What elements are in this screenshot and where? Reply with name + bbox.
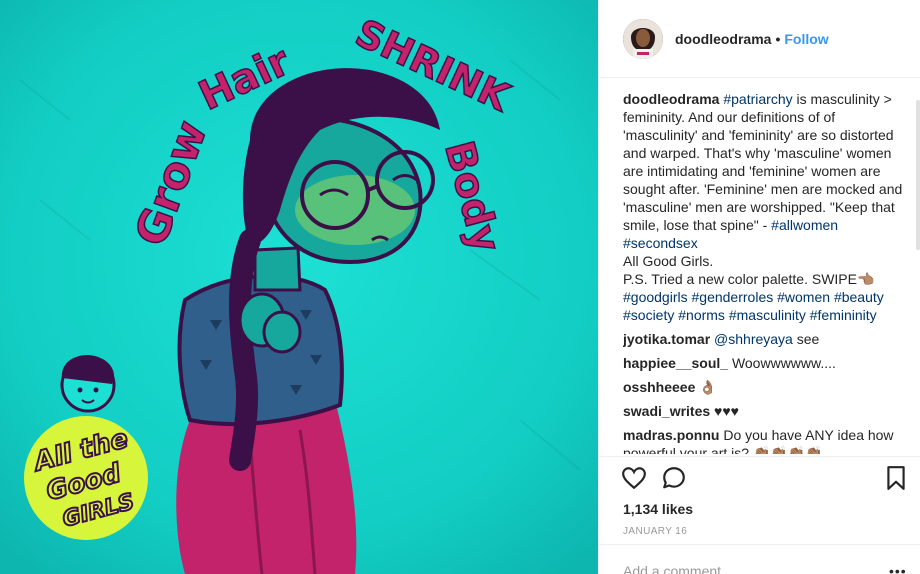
like-count[interactable]: 1,134 likes <box>623 501 693 517</box>
comments-list[interactable]: doodleodrama #patriarchy is masculinity … <box>623 90 903 454</box>
avatar[interactable] <box>623 18 663 59</box>
post-details-panel: doodleodrama • Follow doodleodrama #patr… <box>598 0 920 574</box>
add-comment-bar: ••• <box>599 544 920 574</box>
comment-item: swadi_writes ♥♥♥ <box>623 402 903 420</box>
hashtag-link[interactable]: #genderroles <box>692 289 774 305</box>
comment-text: 👌🏽 <box>699 379 717 395</box>
hashtag-link[interactable]: #secondsex <box>623 235 698 251</box>
caption-segment <box>838 217 842 233</box>
comment-text: ♥♥♥ <box>714 403 739 419</box>
comment-items: jyotika.tomar @shhreyaya see happiee__sou… <box>623 330 903 454</box>
bookmark-icon[interactable] <box>885 465 907 494</box>
follow-button[interactable]: Follow <box>784 31 828 47</box>
post-image[interactable]: Grow Hair SHRINK Body All the Good GIRLS <box>0 0 598 574</box>
hashtag-link[interactable]: #goodgirls <box>623 289 688 305</box>
comment-username[interactable]: swadi_writes <box>623 403 710 419</box>
comments-scrollbar[interactable] <box>916 100 920 250</box>
comment-item: jyotika.tomar @shhreyaya see <box>623 330 903 348</box>
doodleodrama-logo <box>60 354 116 413</box>
hashtag-link[interactable]: #masculinity <box>729 307 806 323</box>
comment-username[interactable]: jyotika.tomar <box>623 331 710 347</box>
post-username[interactable]: doodleodrama <box>675 31 771 47</box>
comment-username[interactable]: osshheeee <box>623 379 695 395</box>
caption-segment: All Good Girls. P.S. Tried a new color p… <box>623 253 875 287</box>
hashtag-link[interactable]: #beauty <box>834 289 884 305</box>
post-header: doodleodrama • Follow <box>599 0 920 78</box>
hashtag-link[interactable]: #women <box>777 289 830 305</box>
all-the-good-girls-badge: All the Good GIRLS <box>24 416 148 540</box>
hashtag-link[interactable]: #society <box>623 307 674 323</box>
comment-item: happiee__soul_ Woowwwwww.... <box>623 354 903 372</box>
heart-icon[interactable] <box>621 465 647 494</box>
hashtag-link[interactable]: #femininity <box>810 307 877 323</box>
comment-text: see <box>792 331 820 347</box>
more-options-icon[interactable]: ••• <box>889 563 907 574</box>
avatar-image <box>623 18 663 59</box>
action-icons <box>621 465 913 505</box>
post-caption: doodleodrama #patriarchy is masculinity … <box>623 90 903 324</box>
caption-username[interactable]: doodleodrama <box>623 91 719 107</box>
comment-item: osshheeee 👌🏽 <box>623 378 903 396</box>
comment-mention[interactable]: @shhreyaya <box>714 331 793 347</box>
post-date[interactable]: January 16 <box>623 526 687 537</box>
hashtag-link[interactable]: #norms <box>678 307 725 323</box>
illustration: Grow Hair SHRINK Body All the Good GIRLS <box>0 0 598 574</box>
comment-text: Woowwwwww.... <box>731 355 836 371</box>
comment-username[interactable]: madras.ponnu <box>623 427 719 443</box>
separator-dot: • <box>775 30 781 47</box>
comment-username[interactable]: happiee__soul_ <box>623 355 728 371</box>
hashtag-link[interactable]: #allwomen <box>771 217 838 233</box>
comment-item: madras.ponnu Do you have ANY idea how po… <box>623 426 903 454</box>
hashtag-link[interactable]: #patriarchy <box>723 91 792 107</box>
caption-segment <box>884 289 888 305</box>
comment-input[interactable] <box>623 563 853 574</box>
instagram-post: Grow Hair SHRINK Body All the Good GIRLS… <box>0 0 920 574</box>
comment-icon[interactable] <box>661 465 687 494</box>
caption-text: doodleodrama #patriarchy is masculinity … <box>623 90 903 324</box>
caption-segment: is masculinity > femininity. And our def… <box>623 91 903 233</box>
